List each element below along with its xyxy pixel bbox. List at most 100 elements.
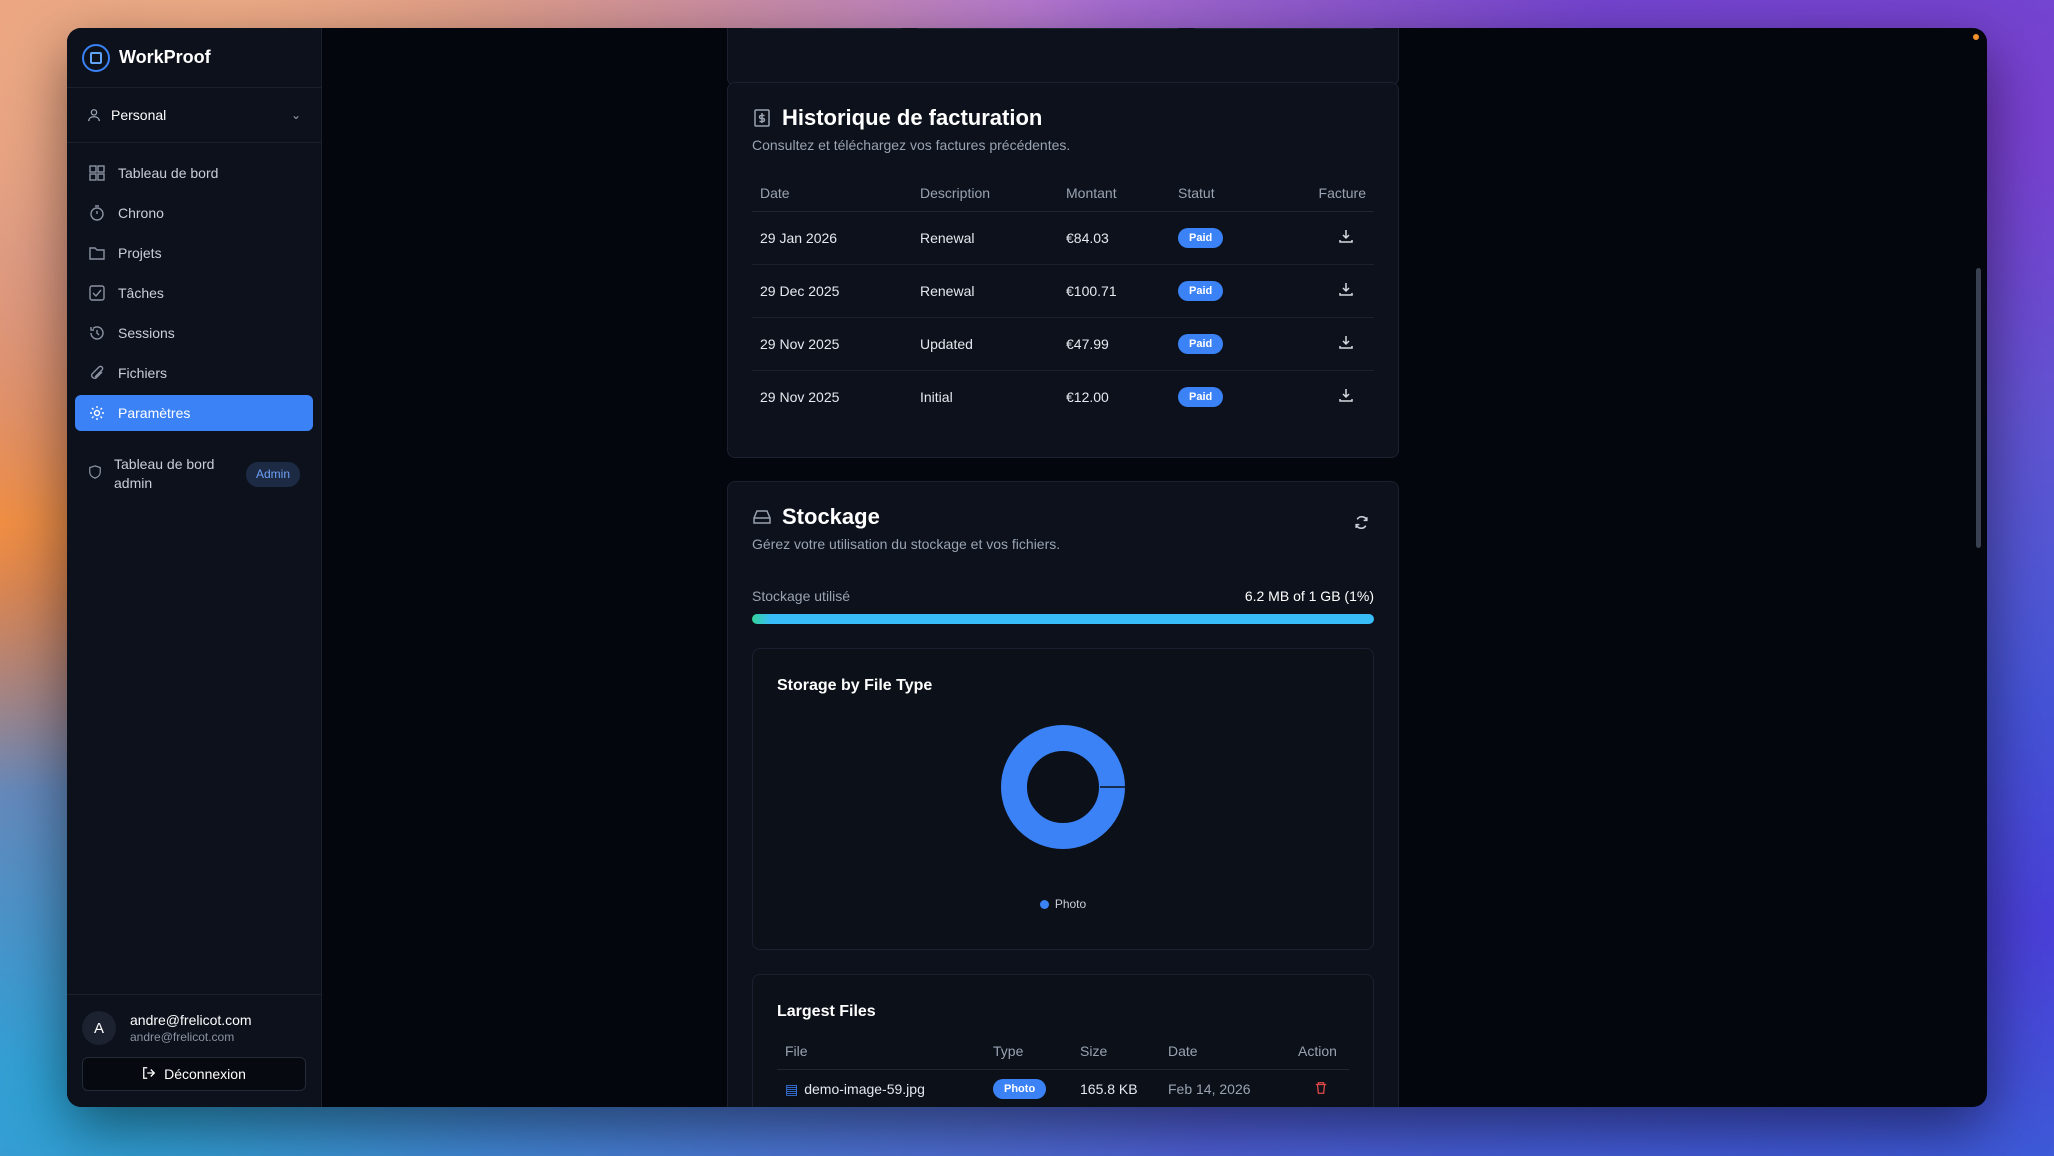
table-row: 29 Nov 2025 Updated €47.99 Paid	[752, 317, 1374, 371]
table-row: 29 Jan 2026 Renewal €84.03 Paid	[752, 211, 1374, 265]
file-icon: ▤	[785, 1080, 799, 1097]
row-amount: €84.03	[1058, 211, 1170, 265]
dashboard-icon	[88, 164, 106, 182]
chart-legend: Photo	[777, 897, 1349, 911]
sidebar-item-label: Tâches	[118, 285, 164, 301]
sidebar-item-label: Fichiers	[118, 365, 168, 381]
sidebar-item-label: Paramètres	[118, 405, 191, 421]
sidebar-footer: A andre@frelicot.com andre@frelicot.com …	[67, 994, 321, 1107]
donut-slice-photo[interactable]	[1001, 725, 1125, 849]
billing-title: Historique de facturation	[752, 105, 1374, 131]
sidebar-item-label: Tableau de bord	[118, 165, 219, 181]
storage-subtitle: Gérez votre utilisation du stockage et v…	[752, 536, 1061, 552]
download-icon[interactable]	[1338, 389, 1354, 406]
status-badge: Paid	[1178, 280, 1224, 301]
largest-files-card: Largest Files File Type Size Date Action	[752, 974, 1374, 1107]
column-header: Statut	[1170, 175, 1290, 212]
sidebar-item-fichiers[interactable]: Fichiers	[75, 355, 313, 391]
refresh-icon[interactable]	[1353, 514, 1370, 536]
sidebar: WorkProof Personal ⌄ Tableau de bord Chr…	[67, 28, 322, 1107]
column-header: Montant	[1058, 175, 1170, 212]
hard-drive-icon	[753, 510, 771, 524]
logout-label: Déconnexion	[164, 1066, 246, 1082]
column-header: Date	[1160, 1033, 1290, 1070]
scrollbar[interactable]	[1976, 268, 1981, 548]
storage-card: Stockage Gérez votre utilisation du stoc…	[727, 481, 1399, 1107]
sidebar-item-parametres[interactable]: Paramètres	[75, 395, 313, 431]
largest-files-table: File Type Size Date Action ▤ demo-image-5…	[777, 1033, 1349, 1107]
row-amount: €12.00	[1066, 388, 1109, 405]
row-description: Renewal	[912, 211, 1058, 265]
storage-title: Stockage	[752, 504, 1374, 530]
column-header: Size	[1072, 1033, 1160, 1070]
user-profile[interactable]: A andre@frelicot.com andre@frelicot.com	[82, 1011, 306, 1045]
row-date: 29 Nov 2025	[760, 388, 840, 405]
row-description: Renewal	[912, 264, 1058, 318]
storage-used-value: 6.2 MB of 1 GB (1%)	[1244, 588, 1374, 604]
trash-icon[interactable]	[1314, 1081, 1328, 1098]
sidebar-item-label: Sessions	[118, 325, 175, 341]
table-row: 29 Nov 2025 Initial €12.00 Paid	[752, 370, 1374, 423]
file-name[interactable]: demo-image-59.jpg	[804, 1081, 925, 1097]
table-row: ▤ demo-image-59.jpg Photo 165.8 KB Feb 14…	[777, 1069, 1349, 1107]
admin-dashboard-label: Tableau de bord admin	[114, 456, 215, 491]
sidebar-item-admin-dashboard[interactable]: Tableau de bord admin Admin	[75, 455, 313, 493]
history-icon	[88, 324, 106, 342]
user-email: andre@frelicot.com	[130, 1030, 235, 1044]
sidebar-item-label: Chrono	[118, 205, 164, 221]
row-date: 29 Dec 2025	[752, 264, 912, 318]
status-badge: Paid	[1178, 386, 1224, 407]
admin-badge: Admin	[245, 461, 300, 487]
paperclip-icon	[88, 364, 106, 382]
table-header-row: File Type Size Date Action	[777, 1033, 1349, 1070]
billing-history-card: Historique de facturation Consultez et t…	[727, 82, 1399, 458]
table-row: 29 Dec 2025 Renewal €100.71 Paid	[752, 264, 1374, 318]
status-badge: Paid	[1178, 333, 1224, 354]
sidebar-item-chrono[interactable]: Chrono	[75, 195, 313, 231]
sidebar-nav: Tableau de bord Chrono Projets Tâches Se…	[67, 143, 321, 443]
sidebar-item-taches[interactable]: Tâches	[75, 275, 313, 311]
main-content: Historique de facturation Consultez et t…	[322, 28, 1987, 1107]
row-amount: €47.99	[1058, 317, 1170, 371]
storage-used-label: Stockage utilisé	[752, 588, 851, 604]
brand[interactable]: WorkProof	[67, 28, 321, 88]
timer-icon	[88, 204, 106, 222]
shield-icon	[88, 464, 102, 484]
workspace-label: Personal	[111, 107, 167, 123]
file-type-badge: Photo	[993, 1079, 1047, 1100]
app-window: WorkProof Personal ⌄ Tableau de bord Chr…	[67, 28, 1987, 1107]
checkbox-icon	[88, 284, 106, 302]
user-icon	[88, 109, 100, 122]
file-size: 165.8 KB	[1080, 1081, 1138, 1098]
sidebar-item-sessions[interactable]: Sessions	[75, 315, 313, 351]
sidebar-item-dashboard[interactable]: Tableau de bord	[75, 155, 313, 191]
user-name: andre@frelicot.com	[130, 1012, 252, 1028]
app-name: WorkProof	[119, 47, 211, 67]
sidebar-item-label: Projets	[118, 245, 162, 261]
download-icon[interactable]	[1338, 230, 1354, 247]
column-header: Type	[985, 1033, 1072, 1070]
storage-by-type-card: Storage by File Type Photo	[752, 648, 1374, 950]
legend-swatch	[1039, 899, 1049, 909]
billing-subtitle: Consultez et téléchargez vos factures pr…	[752, 137, 1071, 153]
legend-label: Photo	[1054, 897, 1087, 911]
folder-icon	[88, 244, 106, 262]
logout-button[interactable]: Déconnexion	[82, 1057, 306, 1091]
column-header: Facture	[1290, 175, 1374, 212]
avatar: A	[82, 1011, 116, 1045]
workspace-selector[interactable]: Personal ⌄	[67, 88, 321, 143]
table-header-row: Date Description Montant Statut Facture	[752, 175, 1374, 212]
chevron-down-icon: ⌄	[290, 108, 301, 122]
storage-progress-bar	[752, 614, 1374, 624]
row-amount: €100.71	[1058, 264, 1170, 318]
storage-usage-row: Stockage utilisé 6.2 MB of 1 GB (1%)	[752, 588, 1374, 604]
sidebar-item-projets[interactable]: Projets	[75, 235, 313, 271]
billing-table: Date Description Montant Statut Facture …	[752, 175, 1374, 423]
gear-icon	[88, 404, 106, 422]
download-icon[interactable]	[1338, 283, 1354, 300]
invoice-icon	[754, 109, 770, 127]
donut-chart	[777, 725, 1349, 849]
column-header: Action	[1290, 1033, 1349, 1070]
status-badge: Paid	[1178, 227, 1224, 248]
download-icon[interactable]	[1338, 336, 1354, 353]
